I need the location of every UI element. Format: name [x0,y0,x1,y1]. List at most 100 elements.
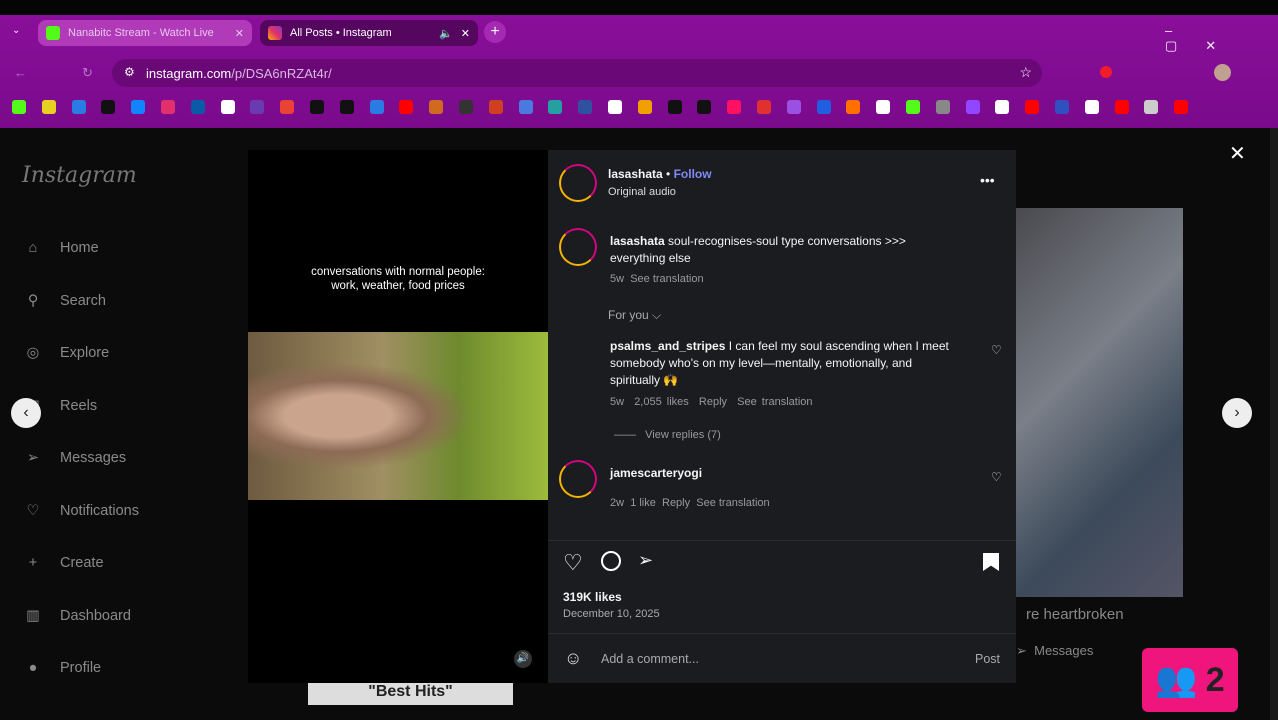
bookmark-icon[interactable] [697,100,712,114]
bookmark-icon[interactable] [429,100,444,114]
bookmark-icon[interactable] [816,100,831,114]
reply-link[interactable]: Reply [699,396,727,408]
comment-likes[interactable]: 2,055 likes [634,396,689,408]
bookmark-icon[interactable] [310,100,324,114]
bookmark-icon[interactable] [548,100,563,114]
extension-icon[interactable] [1100,66,1112,78]
tab-nanabitc[interactable]: Nanabitc Stream - Watch Live ✕ [38,20,252,46]
bookmark-icon[interactable] [727,100,742,114]
close-tab-icon[interactable]: ✕ [461,27,470,40]
bookmark-icon[interactable] [280,100,295,114]
reply-link[interactable]: Reply [662,497,690,509]
bookmark-icon[interactable] [518,100,533,114]
see-translation-link[interactable]: See translation [737,396,812,408]
bookmark-icon[interactable] [965,100,980,114]
bookmark-icon[interactable] [131,100,146,114]
bookmark-icon[interactable] [488,100,503,114]
sidebar-item-messages[interactable]: ➢ Messages [22,447,126,469]
next-post-button[interactable]: › [1222,398,1252,428]
likes-count[interactable]: 319K likes [563,590,622,604]
bookmark-icon[interactable] [369,100,384,114]
tab-search-button[interactable]: ⌄ [12,25,20,36]
bookmark-icon[interactable] [41,100,56,114]
avatar[interactable] [559,164,597,202]
bookmark-icon[interactable] [906,100,920,114]
bookmark-icon[interactable] [459,100,473,114]
see-translation-link[interactable]: See translation [696,497,769,509]
comment-username[interactable]: psalms_and_stripes [610,339,725,353]
bookmark-star-icon[interactable]: ☆ [1019,64,1032,81]
next-post-preview[interactable]: re heartbroken [1016,208,1183,623]
bookmark-icon[interactable] [1025,100,1040,114]
emoji-icon[interactable]: ☺ [564,648,582,669]
sidebar-item-dashboard[interactable]: ▥ Dashboard [22,605,131,627]
comment-likes[interactable]: 1 like [630,497,656,509]
more-options-icon[interactable]: ••• [980,172,995,188]
bookmark-icon[interactable] [339,100,354,114]
bookmark-icon[interactable] [250,100,265,114]
bookmark-icon[interactable] [12,100,26,114]
scrollbar[interactable] [1270,128,1278,720]
bookmark-icon[interactable] [161,100,175,114]
bookmark-icon[interactable] [667,100,682,114]
window-controls[interactable]: –▢✕ [1165,23,1278,54]
bookmark-icon[interactable] [101,100,116,114]
bookmark-icon[interactable] [876,100,891,114]
post-username[interactable]: lasashata [608,167,663,181]
back-button[interactable]: ← [14,65,27,80]
sidebar-item-explore[interactable]: ◎ Explore [22,342,110,364]
like-comment-icon[interactable]: ♡ [991,470,1002,484]
messages-button[interactable]: ➢ Messages [1016,643,1093,659]
see-translation-link[interactable]: See translation [630,273,703,285]
sidebar-item-notifications[interactable]: ♡ Notifications [22,500,139,522]
bookmark-icon[interactable] [637,100,652,114]
bookmark-icon[interactable] [757,100,771,114]
follow-button[interactable]: Follow [674,167,712,181]
avatar[interactable] [559,228,597,266]
bookmark-icon[interactable] [399,100,414,114]
profile-avatar[interactable] [1214,64,1231,81]
comment-sort-dropdown[interactable]: For you ⌵ [608,308,661,323]
close-modal-icon[interactable]: ✕ [1229,141,1246,166]
like-comment-icon[interactable]: ♡ [991,343,1002,357]
new-tab-button[interactable]: + [484,21,506,43]
bookmark-icon[interactable] [1084,100,1099,114]
audio-link[interactable]: Original audio [608,186,676,198]
bookmark-icon[interactable] [1174,100,1189,114]
site-settings-icon[interactable]: ⚙ [124,65,135,79]
avatar[interactable] [559,460,597,498]
view-replies-button[interactable]: —— View replies (7) [614,429,721,441]
comment-icon[interactable] [601,551,621,571]
tab-instagram[interactable]: All Posts • Instagram 🔈 ✕ [260,20,478,46]
save-icon[interactable] [983,553,999,571]
close-tab-icon[interactable]: ✕ [235,27,244,40]
bookmark-icon[interactable] [995,100,1010,114]
bookmark-icon[interactable] [608,100,622,114]
post-comment-button[interactable]: Post [975,652,1000,666]
bookmark-icon[interactable] [71,100,86,114]
previous-post-button[interactable]: ‹ [11,398,41,428]
bookmark-icon[interactable] [578,100,593,114]
bookmark-icon[interactable] [846,100,861,114]
comment-username[interactable]: jamescarteryogi [610,466,702,480]
bookmark-icon[interactable] [935,100,950,114]
share-icon[interactable]: ➢ [638,550,653,571]
reload-button[interactable]: ↻ [82,65,93,81]
speaker-icon[interactable]: 🔈 [439,27,453,40]
instagram-logo[interactable]: Instagram [22,163,137,188]
like-icon[interactable]: ♡ [563,550,583,576]
bookmark-icon[interactable] [1114,100,1129,114]
address-bar[interactable]: ⚙ instagram.com/p/DSA6nRZAt4r/ ☆ [112,59,1042,87]
sidebar-item-create[interactable]: + Create [22,552,104,574]
mute-button[interactable]: 🔊 [514,650,532,668]
bookmark-icon[interactable] [190,100,205,114]
sidebar-item-home[interactable]: ⌂ Home [22,237,99,259]
sidebar-item-search[interactable]: ⚲ Search [22,290,106,312]
sidebar-item-profile[interactable]: ● Profile [22,657,102,679]
bookmark-icon[interactable] [1144,100,1159,114]
bookmark-icon[interactable] [220,100,235,114]
comment-input[interactable]: Add a comment... [601,652,699,666]
caption-username[interactable]: lasashata [610,234,665,248]
bookmark-icon[interactable] [1055,100,1069,114]
bookmark-icon[interactable] [786,100,801,114]
